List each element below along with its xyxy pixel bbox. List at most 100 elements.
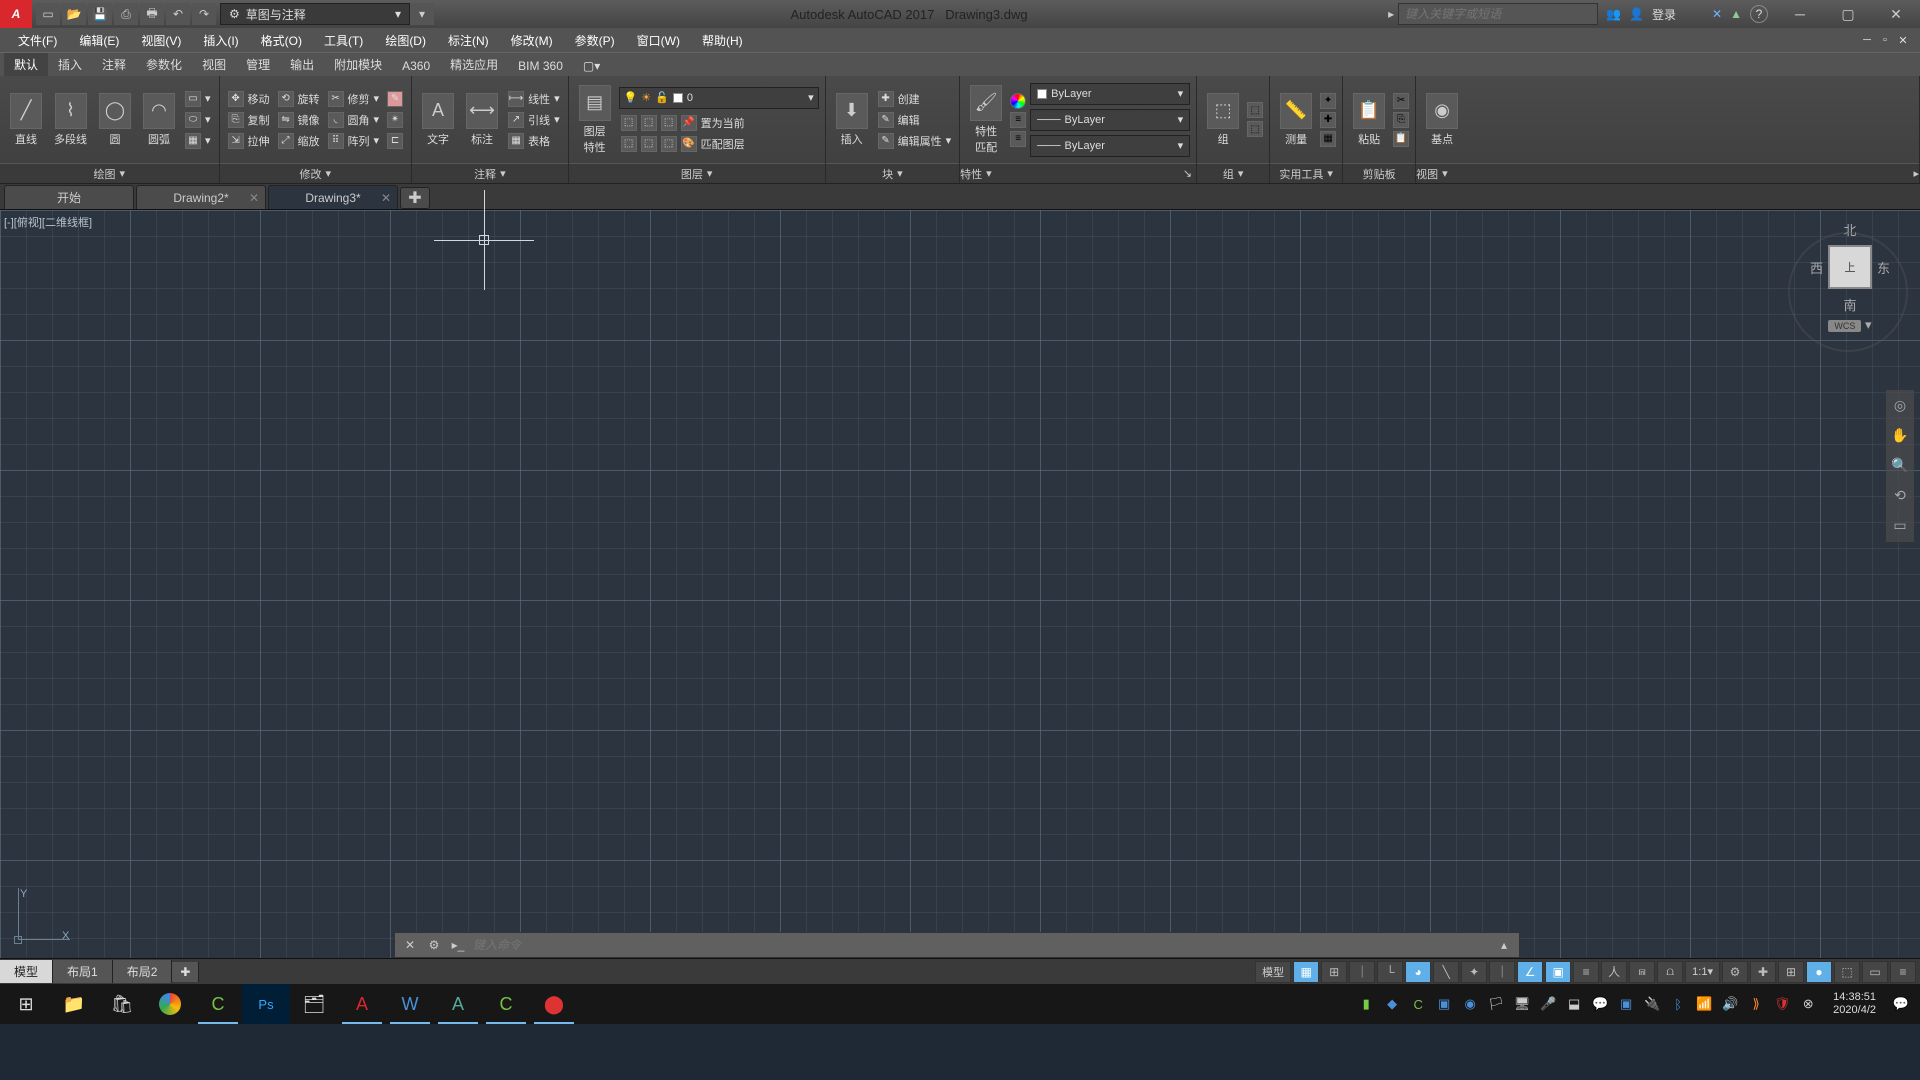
layer-dropdown[interactable]: 💡 ☀ 🔓 0 ▾ <box>619 87 819 109</box>
status-anno2-icon[interactable]: ⩎ <box>1629 961 1655 983</box>
status-model[interactable]: 模型 <box>1255 961 1291 983</box>
app-store-icon[interactable]: ▲ <box>1730 7 1742 21</box>
new-doc-button[interactable]: ✚ <box>400 187 430 209</box>
workspace-dropdown[interactable]: ⚙ 草图与注释 ▾ <box>220 3 410 25</box>
mirror-button[interactable]: ⇋镜像 <box>276 111 322 129</box>
table-button[interactable]: ▦表格 <box>506 132 562 150</box>
status-clean-icon[interactable]: ▭ <box>1862 961 1888 983</box>
block-edit[interactable]: ✎编辑 <box>876 111 954 129</box>
ungroup-icon[interactable]: ⬚ <box>1247 102 1263 118</box>
stretch-button[interactable]: ⇲拉伸 <box>226 132 272 150</box>
list2-icon[interactable]: ≡ <box>1010 131 1026 147</box>
offset-button[interactable]: ⊏ <box>385 132 405 150</box>
viewport-label[interactable]: [-][俯视][二维线框] <box>4 214 92 230</box>
viewcube[interactable]: 北 西 上 东 南 WCS ▾ <box>1810 220 1890 333</box>
lineweight-dropdown[interactable]: ───ByLayer▾ <box>1030 109 1190 131</box>
ribbon-tab-param[interactable]: 参数化 <box>136 53 192 76</box>
status-lw-icon[interactable]: ≡ <box>1573 961 1599 983</box>
panel-props-title[interactable]: 特性 ▾ ↘ <box>960 163 1196 183</box>
status-cui-icon[interactable]: ⊞ <box>1778 961 1804 983</box>
text-button[interactable]: A文字 <box>418 91 458 149</box>
wps-icon[interactable]: W <box>386 984 434 1024</box>
mdi-close[interactable]: ✕ <box>1894 32 1912 48</box>
tray-ime-icon[interactable]: ⟫ <box>1747 995 1765 1013</box>
photoshop-icon[interactable]: Ps <box>242 984 290 1024</box>
panel-utils-title[interactable]: 实用工具 ▾ <box>1270 163 1342 183</box>
menu-edit[interactable]: 编辑(E) <box>69 30 129 51</box>
ribbon-tab-annotate[interactable]: 注释 <box>92 53 136 76</box>
dim-button[interactable]: ⟷标注 <box>462 91 502 149</box>
layer-match[interactable]: ⬚⬚⬚🎨匹配图层 <box>619 135 747 153</box>
saveas-icon[interactable]: ⎙ <box>114 3 138 25</box>
linear-button[interactable]: ⟼线性▾ <box>506 90 562 108</box>
save-icon[interactable]: 💾 <box>88 3 112 25</box>
group-edit-icon[interactable]: ⬚ <box>1247 121 1263 137</box>
layout-1[interactable]: 布局1 <box>53 960 113 983</box>
tray-app-icon[interactable]: ▣ <box>1617 995 1635 1013</box>
tray-battery-icon[interactable]: ▮ <box>1357 995 1375 1013</box>
block-create[interactable]: ✚创建 <box>876 90 954 108</box>
panel-draw-title[interactable]: 绘图 ▾ <box>0 163 219 183</box>
panel-block-title[interactable]: 块 ▾ <box>826 163 960 183</box>
menu-insert[interactable]: 插入(I) <box>193 30 248 51</box>
menu-modify[interactable]: 修改(M) <box>501 30 563 51</box>
polyline-button[interactable]: ⌇多段线 <box>50 91 91 149</box>
status-scale[interactable]: 1:1 ▾ <box>1685 961 1720 983</box>
store-icon[interactable]: 🛍 <box>98 984 146 1024</box>
ribbon-tab-insert[interactable]: 插入 <box>48 53 92 76</box>
panel-annot-title[interactable]: 注释 ▾ <box>412 163 568 183</box>
fillet-button[interactable]: ◟圆角▾ <box>326 111 382 129</box>
new-icon[interactable]: ▭ <box>36 3 60 25</box>
ribbon-tab-bim360[interactable]: BIM 360 <box>508 56 573 76</box>
autocad-task-icon[interactable]: A <box>338 984 386 1024</box>
ribbon-tab-default[interactable]: 默认 <box>4 53 48 76</box>
layout-model[interactable]: 模型 <box>0 960 53 983</box>
hatch-button[interactable]: ▦▾ <box>183 132 213 150</box>
measure-button[interactable]: 📏测量 <box>1276 91 1316 149</box>
tray-power-icon[interactable]: 🔌 <box>1643 995 1661 1013</box>
camtasia2-icon[interactable]: C <box>482 984 530 1024</box>
ellipse-button[interactable]: ⬭▾ <box>183 111 213 129</box>
nav-showmotion-icon[interactable]: ▭ <box>1887 511 1913 541</box>
command-line[interactable]: ✕ ⚙ ▸_ ▴ <box>394 932 1520 958</box>
help-icon[interactable]: ? <box>1750 5 1768 23</box>
erase-button[interactable]: ✎ <box>385 90 405 108</box>
browser-icon[interactable] <box>146 984 194 1024</box>
ribbon-tab-featured[interactable]: 精选应用 <box>440 53 508 76</box>
layer-make-current[interactable]: ⬚⬚⬚📌置为当前 <box>619 114 747 132</box>
tray-k-icon[interactable]: ▣ <box>1435 995 1453 1013</box>
tray-monitor-icon[interactable]: 🖥 <box>1513 995 1531 1013</box>
layout-2[interactable]: 布局2 <box>113 960 173 983</box>
tray-c-icon[interactable]: C <box>1409 995 1427 1013</box>
status-gear-icon[interactable]: ⚙ <box>1722 961 1748 983</box>
tray-bluetooth-icon[interactable]: ᛒ <box>1669 995 1687 1013</box>
tray-wifi-icon[interactable]: 📶 <box>1695 995 1713 1013</box>
paste-spec-icon[interactable]: 📋 <box>1393 131 1409 147</box>
nav-pan-icon[interactable]: ✋ <box>1887 421 1913 451</box>
tray-flag-icon[interactable]: 🏳 <box>1487 995 1505 1013</box>
menu-window[interactable]: 窗口(W) <box>627 30 690 51</box>
status-grid-icon[interactable]: ▦ <box>1293 961 1319 983</box>
tray-chat-icon[interactable]: 💬 <box>1591 995 1609 1013</box>
panel-layer-title[interactable]: 图层 ▾ <box>569 163 825 183</box>
camtasia-icon[interactable]: C <box>194 984 242 1024</box>
nav-orbit-icon[interactable]: ⟲ <box>1887 481 1913 511</box>
tray-usb-icon[interactable]: ⬓ <box>1565 995 1583 1013</box>
play-icon[interactable]: ▸ <box>1384 7 1398 21</box>
paste-button[interactable]: 📋粘贴 <box>1349 91 1389 149</box>
util3-icon[interactable]: ▦ <box>1320 131 1336 147</box>
start-button[interactable]: ⊞ <box>2 984 50 1024</box>
login-label[interactable]: 登录 <box>1652 6 1676 23</box>
doc-tab-drawing3[interactable]: Drawing3*✕ <box>268 185 398 209</box>
insert-block-button[interactable]: ⬇插入 <box>832 91 872 149</box>
menu-view[interactable]: 视图(V) <box>131 30 191 51</box>
cut-icon[interactable]: ✂ <box>1393 93 1409 109</box>
status-iso-icon[interactable]: ╲ <box>1433 961 1459 983</box>
copy-clip-icon[interactable]: ⎘ <box>1393 112 1409 128</box>
color-dropdown[interactable]: ByLayer▾ <box>1030 83 1190 105</box>
ribbon-collapse-icon[interactable]: ▢▾ <box>573 56 610 76</box>
workspace-menu-icon[interactable]: ▾ <box>410 3 434 25</box>
array-button[interactable]: ⠿阵列▾ <box>326 132 382 150</box>
match-props-button[interactable]: 🖌特性 匹配 <box>966 83 1006 157</box>
tray-cube-icon[interactable]: ◆ <box>1383 995 1401 1013</box>
